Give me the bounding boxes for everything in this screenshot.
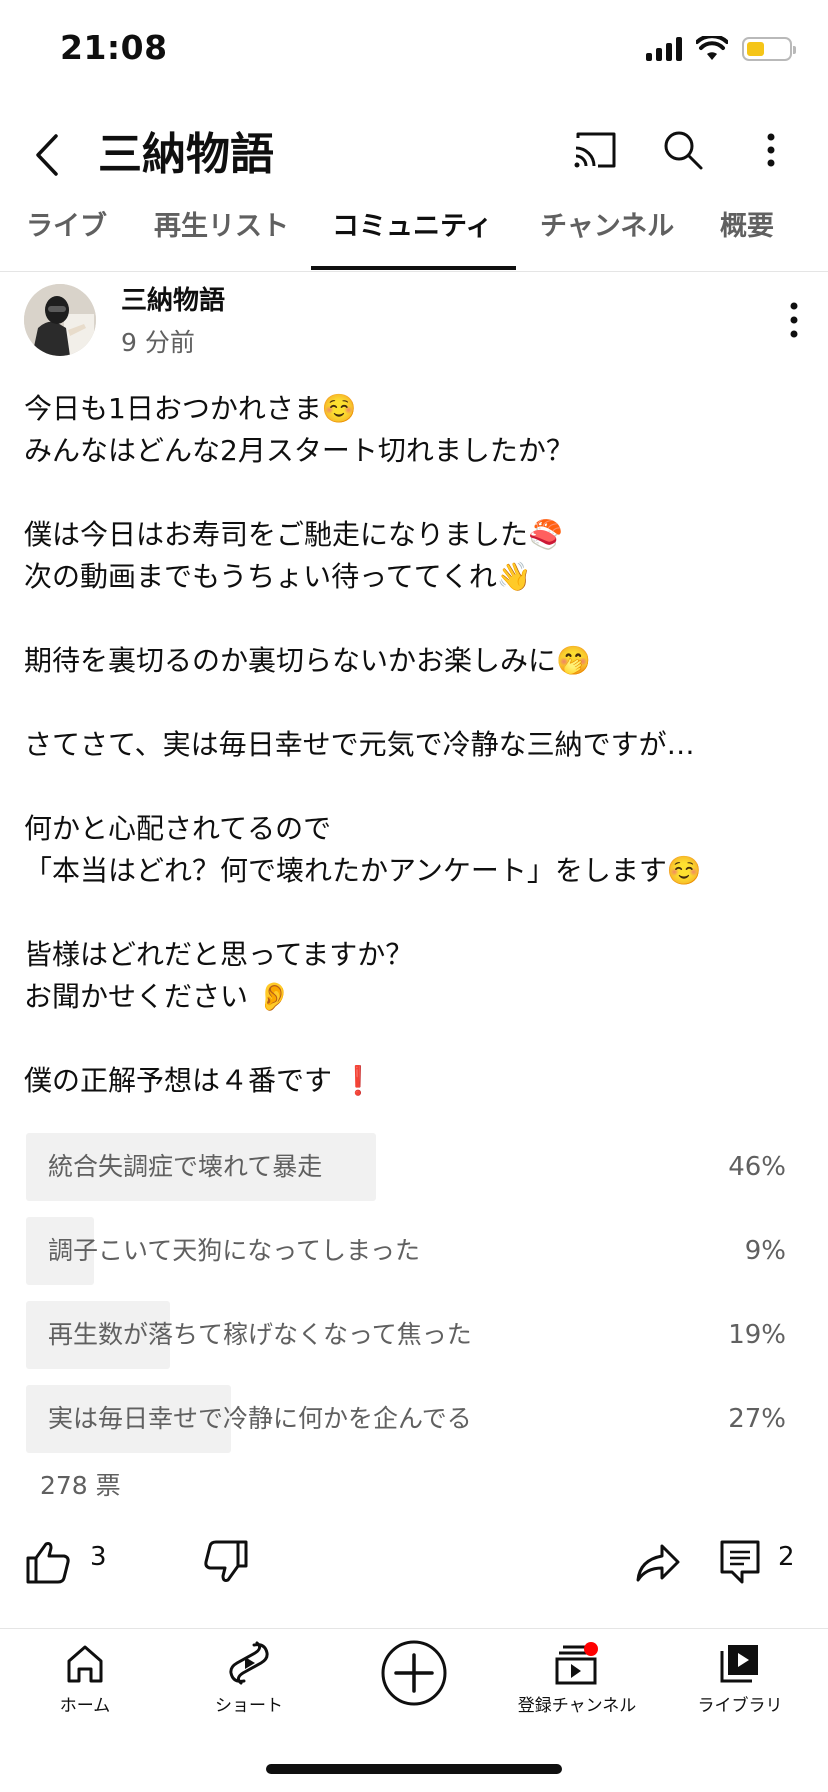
post-text-line: お聞かせください 👂 <box>24 980 292 1013</box>
home-icon <box>67 1645 103 1683</box>
active-tab-indicator <box>311 266 516 270</box>
wifi-icon <box>696 36 728 60</box>
poll-option-percent: 27% <box>728 1404 786 1434</box>
battery-icon <box>742 37 796 61</box>
post-text-line: 次の動画までもうちょい待っててくれ👋 <box>24 560 532 593</box>
search-icon[interactable] <box>655 122 711 178</box>
post-text-line: 何かと心配されてるので <box>24 812 332 845</box>
more-vert-icon[interactable] <box>743 122 799 178</box>
status-time: 21:08 <box>60 28 168 67</box>
post-text-line: 今日も1日おつかれさま☺️ <box>24 392 357 425</box>
poll-option-percent: 9% <box>744 1236 786 1266</box>
post-text-line: 僕は今日はお寿司をご馳走になりました🍣 <box>24 518 563 551</box>
post-body: 今日も1日おつかれさま☺️ みんなはどんな2月スタート切れましたか？ 僕は今日はお寿… <box>24 388 814 1102</box>
like-icon[interactable] <box>24 1538 72 1586</box>
tab-playlists[interactable]: 再生リスト <box>154 196 289 272</box>
nav-library[interactable]: ライブラリ <box>660 1641 820 1716</box>
poll-option-label: 再生数が落ちて稼げなくなって焦った <box>48 1320 472 1349</box>
dislike-icon[interactable] <box>202 1538 250 1586</box>
cast-icon[interactable] <box>567 122 623 178</box>
status-bar: 21:08 <box>0 0 828 100</box>
library-icon <box>720 1645 758 1683</box>
poll-option-percent: 19% <box>728 1320 786 1350</box>
comment-icon[interactable] <box>716 1538 764 1586</box>
subscriptions-icon <box>555 1642 598 1685</box>
poll-option-label: 統合失調症で壊れて暴走 <box>48 1152 323 1181</box>
poll-option-percent: 46% <box>728 1152 786 1182</box>
shorts-icon <box>229 1641 269 1685</box>
share-icon[interactable] <box>634 1538 682 1586</box>
post-text-line: さてさて、実は毎日幸せで元気で冷静な三納ですが… <box>24 728 695 761</box>
post-text-line: 僕の正解予想は４番です ❗ <box>24 1064 376 1097</box>
poll-option[interactable]: 調子こいて天狗になってしまった 9% <box>26 1217 786 1285</box>
poll-option[interactable]: 実は毎日幸せで冷静に何かを企んでる 27% <box>26 1385 786 1453</box>
tab-about[interactable]: 概要 <box>720 196 774 272</box>
poll-option-label: 調子こいて天狗になってしまった <box>48 1236 421 1265</box>
post-text-line: 期待を裏切るのか裏切らないかお楽しみに🤭 <box>24 644 591 677</box>
nav-label: ホーム <box>59 1696 111 1716</box>
post-more-icon[interactable] <box>776 296 812 344</box>
avatar[interactable] <box>24 284 96 356</box>
post-text-line: 皆様はどれだと思ってますか？ <box>24 938 414 971</box>
poll-option[interactable]: 再生数が落ちて稼げなくなって焦った 19% <box>26 1301 786 1369</box>
nav-create[interactable] <box>334 1639 494 1707</box>
post-text-line: 「本当はどれ？何で壊れたかアンケート」をします☺️ <box>24 854 702 887</box>
comment-count: 2 <box>778 1542 795 1572</box>
tab-community[interactable]: コミュニティ <box>332 196 492 272</box>
tab-live[interactable]: ライブ <box>26 196 107 272</box>
vote-count: 278 票 <box>40 1471 121 1500</box>
status-icons <box>646 34 796 64</box>
nav-shorts[interactable]: ショート <box>169 1641 329 1716</box>
nav-home[interactable]: ホーム <box>5 1641 165 1716</box>
nav-subscriptions[interactable]: 登録チャンネル <box>497 1641 657 1716</box>
nav-label: 登録チャンネル <box>517 1696 637 1716</box>
post-text-line: みんなはどんな2月スタート切れましたか？ <box>24 434 574 467</box>
like-count: 3 <box>90 1542 107 1572</box>
post-author[interactable]: 三納物語 <box>121 280 225 317</box>
create-icon <box>381 1640 447 1706</box>
home-indicator <box>266 1764 562 1774</box>
nav-label: ショート <box>215 1696 283 1716</box>
channel-title: 三納物語 <box>98 129 274 180</box>
post-actions: 3 2 <box>0 1530 828 1600</box>
poll-option-label: 実は毎日幸せで冷静に何かを企んでる <box>48 1404 472 1433</box>
channel-header: 三納物語 <box>0 100 828 210</box>
poll-option[interactable]: 統合失調症で壊れて暴走 46% <box>26 1133 786 1201</box>
channel-tabs: ライブ 再生リスト コミュニティ チャンネル 概要 <box>0 196 828 272</box>
poll: 統合失調症で壊れて暴走 46% 調子こいて天狗になってしまった 9% 再生数が落… <box>26 1133 796 1469</box>
back-icon[interactable] <box>28 130 68 180</box>
signal-icon <box>646 37 682 61</box>
tab-channels[interactable]: チャンネル <box>540 196 674 272</box>
post-timestamp: 9 分前 <box>121 328 195 357</box>
nav-label: ライブラリ <box>697 1696 783 1716</box>
